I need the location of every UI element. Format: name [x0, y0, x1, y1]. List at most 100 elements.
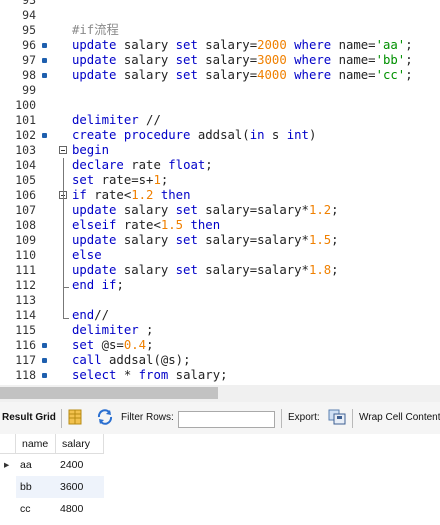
- code-line[interactable]: 95 #if流程: [0, 23, 440, 38]
- result-grid-tab[interactable]: Result Grid: [2, 412, 56, 423]
- table-cell[interactable]: bb: [16, 476, 56, 498]
- code-token: update: [72, 38, 124, 52]
- fold-collapse-icon[interactable]: [59, 146, 67, 154]
- export-icon[interactable]: [328, 409, 346, 428]
- line-number: 100: [15, 98, 36, 112]
- code-line[interactable]: 97 update salary set salary=3000 where na…: [0, 53, 440, 68]
- wrap-cell-content-label[interactable]: Wrap Cell Content: [359, 412, 440, 423]
- code-text: #if流程: [72, 23, 119, 38]
- code-token: s: [271, 128, 287, 142]
- table-cell[interactable]: aa: [16, 454, 56, 476]
- code-token: ;: [205, 158, 213, 172]
- statement-marker-icon: [42, 73, 47, 78]
- code-token: declare: [72, 158, 132, 172]
- code-line[interactable]: 105 set rate=s+1;: [0, 173, 440, 188]
- code-text: elseif rate<1.5 then: [72, 218, 220, 233]
- code-token: //: [94, 308, 110, 322]
- code-line[interactable]: 113: [0, 293, 440, 308]
- code-line[interactable]: 108 elseif rate<1.5 then: [0, 218, 440, 233]
- export-label: Export:: [288, 412, 320, 423]
- code-token: set: [175, 68, 206, 82]
- code-token: 1.2: [308, 203, 332, 217]
- table-cell[interactable]: 3600: [56, 476, 104, 498]
- code-token: salary=: [205, 53, 258, 67]
- table-cell[interactable]: 4800: [56, 498, 104, 520]
- column-header-name[interactable]: name: [16, 434, 56, 454]
- code-line[interactable]: 109 update salary set salary=salary*1.5;: [0, 233, 440, 248]
- line-number: 112: [15, 278, 36, 292]
- code-line[interactable]: 106 if rate<1.2 then: [0, 188, 440, 203]
- line-number: 107: [15, 203, 36, 217]
- code-token: update: [72, 203, 124, 217]
- sql-editor[interactable]: 93 94 95 #if流程 96 update salary set salary=20…: [0, 0, 440, 385]
- statement-marker-icon: [42, 373, 47, 378]
- statement-marker-icon: [42, 58, 47, 63]
- code-token: ;: [116, 278, 124, 292]
- toolbar-separator: [61, 409, 62, 428]
- code-text: delimiter //: [72, 113, 161, 128]
- code-token: update: [72, 263, 124, 277]
- code-text: update salary set salary=salary*1.2;: [72, 203, 339, 218]
- code-token: name=: [338, 53, 376, 67]
- statement-marker-icon: [42, 43, 47, 48]
- code-line[interactable]: 96 update salary set salary=2000 where na…: [0, 38, 440, 53]
- grid-view-icon[interactable]: [68, 409, 82, 428]
- code-token: name=: [338, 38, 376, 52]
- code-token: begin: [72, 143, 110, 157]
- code-token: in: [249, 128, 272, 142]
- line-number: 108: [15, 218, 36, 232]
- code-line[interactable]: 115 delimiter ;: [0, 323, 440, 338]
- refresh-icon[interactable]: [96, 409, 114, 428]
- code-token: int: [286, 128, 309, 142]
- column-header-salary[interactable]: salary: [56, 434, 104, 454]
- row-header-corner: [0, 434, 16, 454]
- scrollbar-thumb[interactable]: [0, 387, 218, 399]
- line-number: 118: [15, 368, 36, 382]
- code-line[interactable]: 112 end if;: [0, 278, 440, 293]
- code-line[interactable]: 94: [0, 8, 440, 23]
- code-line[interactable]: 104 declare rate float;: [0, 158, 440, 173]
- code-line[interactable]: 93: [0, 0, 440, 8]
- code-line[interactable]: 98 update salary set salary=4000 where na…: [0, 68, 440, 83]
- code-line[interactable]: 107 update salary set salary=salary*1.2;: [0, 203, 440, 218]
- code-token: ;: [331, 263, 339, 277]
- code-token: addsal(@s);: [109, 353, 191, 367]
- result-grid[interactable]: name salary ▸ aa 2400 bb 3600 cc 4800: [0, 434, 440, 525]
- code-token: rate<: [123, 218, 161, 232]
- code-line[interactable]: 110 else: [0, 248, 440, 263]
- code-line[interactable]: 116 set @s=0.4;: [0, 338, 440, 353]
- filter-rows-input[interactable]: [178, 411, 275, 428]
- code-token: *: [123, 368, 139, 382]
- horizontal-scrollbar[interactable]: [0, 385, 440, 402]
- line-number: 101: [15, 113, 36, 127]
- table-cell[interactable]: cc: [16, 498, 56, 520]
- code-text: call addsal(@s);: [72, 353, 190, 368]
- code-line[interactable]: 114 end//: [0, 308, 440, 323]
- table-cell[interactable]: 2400: [56, 454, 104, 476]
- line-number: 115: [15, 323, 36, 337]
- code-token: create: [72, 128, 124, 142]
- code-token: salary: [123, 38, 176, 52]
- code-token: ;: [331, 233, 339, 247]
- line-number: 114: [15, 308, 36, 322]
- code-line[interactable]: 118 select * from salary;: [0, 368, 440, 383]
- code-line[interactable]: 103 begin: [0, 143, 440, 158]
- code-text: update salary set salary=2000 where name…: [72, 38, 413, 53]
- code-text: if rate<1.2 then: [72, 188, 191, 203]
- code-line[interactable]: 100: [0, 98, 440, 113]
- code-token: salary;: [175, 368, 228, 382]
- code-line[interactable]: 99: [0, 83, 440, 98]
- code-token: 0.4: [123, 338, 147, 352]
- code-text: select * from salary;: [72, 368, 228, 383]
- code-line[interactable]: 102 create procedure addsal(in s int): [0, 128, 440, 143]
- code-token: call: [72, 353, 110, 367]
- code-token: rate<: [94, 188, 132, 202]
- code-token: if: [101, 278, 117, 292]
- code-token: from: [138, 368, 176, 382]
- code-line[interactable]: 101 delimiter //: [0, 113, 440, 128]
- code-line[interactable]: 117 call addsal(@s);: [0, 353, 440, 368]
- code-line[interactable]: 111 update salary set salary=salary*1.8;: [0, 263, 440, 278]
- code-token: #if流程: [72, 23, 119, 37]
- code-token: update: [72, 68, 124, 82]
- code-token: salary=salary*: [205, 203, 309, 217]
